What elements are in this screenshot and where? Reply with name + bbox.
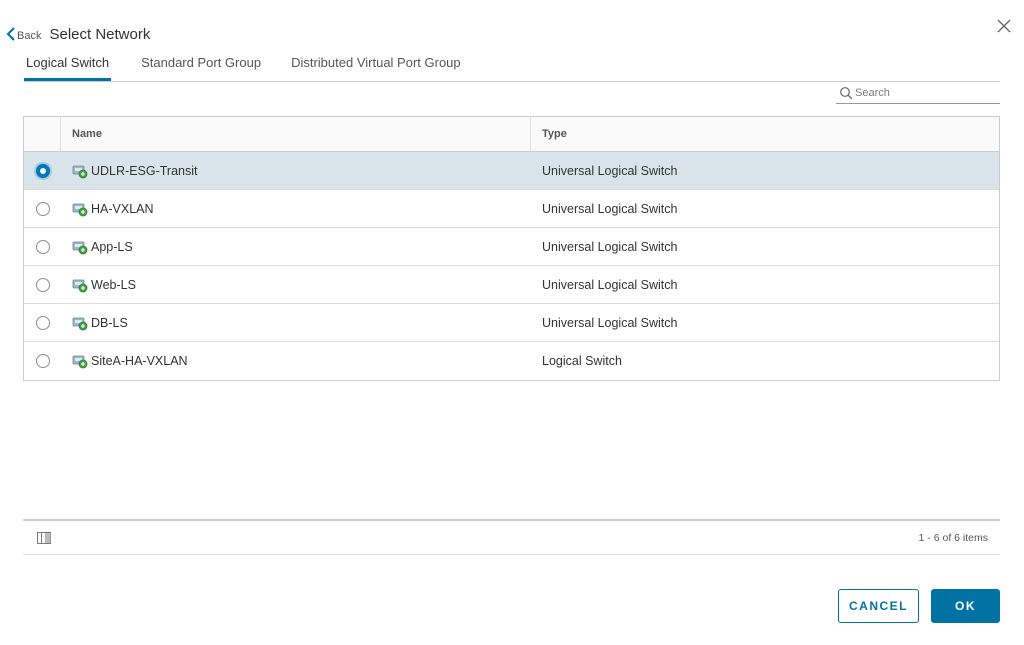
row-type: Universal Logical Switch: [542, 315, 678, 330]
dialog-title: Select Network: [49, 25, 151, 43]
row-name: UDLR-ESG-Transit: [91, 163, 198, 178]
row-radio[interactable]: [35, 201, 50, 216]
chevron-left-icon: [6, 27, 15, 41]
search-icon: [840, 87, 853, 100]
back-button[interactable]: Back: [6, 26, 41, 42]
row-radio[interactable]: [35, 277, 50, 292]
row-name: HA-VXLAN: [91, 201, 154, 216]
row-name-cell: SiteA-HA-VXLAN: [61, 353, 531, 369]
back-label: Back: [17, 29, 42, 42]
logical-switch-icon: [72, 279, 88, 292]
tab-logical-switch[interactable]: Logical Switch: [24, 52, 112, 81]
table-row[interactable]: UDLR-ESG-Transit Universal Logical Switc…: [24, 152, 999, 190]
logical-switch-icon: [72, 241, 88, 254]
logical-switch-icon: [72, 317, 88, 330]
search-box: [836, 83, 1000, 104]
dialog-header: Back Select Network: [6, 22, 150, 46]
row-type: Logical Switch: [542, 354, 622, 368]
row-name: DB-LS: [91, 315, 128, 330]
row-type: Universal Logical Switch: [542, 201, 678, 216]
row-name-cell: UDLR-ESG-Transit: [61, 163, 531, 179]
ok-button[interactable]: OK: [931, 589, 1000, 623]
network-datagrid: Name Type UDLR-ESG-Transit Universal Log…: [23, 116, 1000, 381]
select-column-header: [24, 117, 61, 151]
table-row[interactable]: App-LS Universal Logical Switch: [24, 228, 999, 266]
column-header-type[interactable]: Type: [531, 117, 999, 151]
column-toggle-icon[interactable]: [37, 531, 51, 544]
tab-standard-port-group[interactable]: Standard Port Group: [139, 52, 263, 77]
grid-footer: 1 - 6 of 6 items: [23, 519, 1000, 555]
row-type: Universal Logical Switch: [542, 163, 678, 178]
row-name-cell: Web-LS: [61, 277, 531, 293]
row-radio[interactable]: [35, 163, 50, 178]
row-name-cell: DB-LS: [61, 315, 531, 331]
row-type: Universal Logical Switch: [542, 277, 678, 292]
logical-switch-icon: [72, 355, 88, 369]
table-row[interactable]: Web-LS Universal Logical Switch: [24, 266, 999, 304]
row-type: Universal Logical Switch: [542, 239, 678, 254]
table-row[interactable]: DB-LS Universal Logical Switch: [24, 304, 999, 342]
column-header-name[interactable]: Name: [61, 117, 531, 151]
row-radio[interactable]: [35, 239, 50, 254]
close-icon[interactable]: [996, 18, 1012, 34]
row-name: Web-LS: [91, 277, 136, 292]
table-row[interactable]: HA-VXLAN Universal Logical Switch: [24, 190, 999, 228]
row-name-cell: HA-VXLAN: [61, 201, 531, 217]
item-count: 1 - 6 of 6 items: [918, 531, 988, 544]
logical-switch-icon: [72, 203, 88, 216]
row-name-cell: App-LS: [61, 239, 531, 255]
cancel-button[interactable]: CANCEL: [838, 589, 919, 623]
grid-header: Name Type: [24, 117, 999, 152]
row-name: SiteA-HA-VXLAN: [91, 354, 188, 368]
network-type-tabs: Logical Switch Standard Port Group Distr…: [24, 52, 1000, 82]
search-input[interactable]: [853, 87, 997, 99]
row-radio[interactable]: [35, 354, 50, 368]
row-name: App-LS: [91, 239, 133, 254]
tab-distributed-virtual-port-group[interactable]: Distributed Virtual Port Group: [289, 52, 463, 77]
row-radio[interactable]: [35, 315, 50, 330]
logical-switch-icon: [72, 165, 88, 178]
table-row[interactable]: SiteA-HA-VXLAN Logical Switch: [24, 342, 999, 380]
